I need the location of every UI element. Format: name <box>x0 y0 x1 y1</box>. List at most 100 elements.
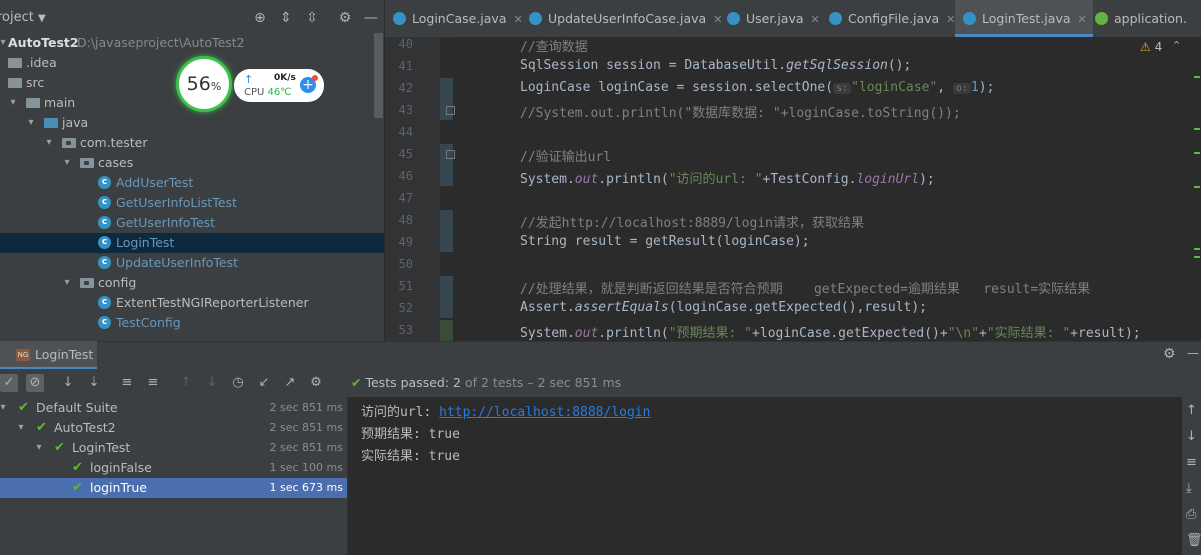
show-passed-icon[interactable]: ✓ <box>0 374 18 392</box>
down-arrow-icon[interactable]: ↓ <box>1186 429 1197 444</box>
check-icon: ✔ <box>72 460 83 475</box>
chevron-down-icon[interactable]: ▾ <box>0 398 8 418</box>
chevron-down-icon[interactable]: ▼ <box>38 13 46 24</box>
tab-configfile[interactable]: ConfigFile.java ✕ <box>829 0 955 37</box>
project-scrollbar[interactable] <box>374 33 383 118</box>
error-stripe-mark[interactable] <box>1194 248 1200 250</box>
fold-marker-icon[interactable] <box>446 106 455 115</box>
collapse-all-icon[interactable]: ≡ <box>144 374 162 392</box>
tab-updateuserinfocase[interactable]: UpdateUserInfoCase.java ✕ <box>529 0 722 37</box>
chevron-down-icon[interactable]: ▾ <box>62 273 72 293</box>
expand-all-icon[interactable]: ≡ <box>118 374 136 392</box>
sort-alpha-icon[interactable]: ↓ <box>59 374 77 392</box>
error-stripe-mark[interactable] <box>1194 186 1200 188</box>
export-tests-icon[interactable]: ↗ <box>281 374 299 392</box>
error-stripe-mark[interactable] <box>1194 76 1200 78</box>
chevron-down-icon[interactable]: ▾ <box>26 113 36 133</box>
chevron-up-icon[interactable]: ⌃ <box>1172 39 1181 52</box>
tree-item-com-tester[interactable]: ▾ com.tester <box>0 133 384 153</box>
tab-application[interactable]: application. <box>1095 0 1187 37</box>
chevron-down-icon[interactable]: ▾ <box>44 133 54 153</box>
code-token: +TestConfig. <box>762 172 857 187</box>
tree-item-testconfig[interactable]: c TestConfig <box>0 313 384 333</box>
expand-all-icon[interactable]: ⇕ <box>277 9 295 27</box>
tree-item-getuserinfotest[interactable]: c GetUserInfoTest <box>0 213 384 233</box>
editor-scrollbar[interactable] <box>1193 37 1201 341</box>
project-view-selector[interactable]: roject ▼ <box>0 10 46 25</box>
test-node-time: 1 sec 100 ms <box>269 461 343 474</box>
tree-item-extenttestngireporterlistener[interactable]: c ExtentTestNGIReporterListener <box>0 293 384 313</box>
test-node-default-suite[interactable]: ▾ ✔ Default Suite 2 sec 851 ms <box>0 398 347 418</box>
scroll-to-end-icon[interactable]: ⤓ <box>1186 481 1192 496</box>
tree-item-updateuserinfotest[interactable]: c UpdateUserInfoTest <box>0 253 384 273</box>
tree-item-addusertest[interactable]: c AddUserTest <box>0 173 384 193</box>
next-test-icon[interactable]: ↓ <box>203 374 221 392</box>
collapse-all-icon[interactable]: ⇳ <box>303 9 321 27</box>
tree-item-config[interactable]: ▾ config <box>0 273 384 293</box>
code-line-45: //验证输出url <box>520 150 612 165</box>
code-line-46: System.out.println("访问的url: "+TestConfig… <box>520 168 935 187</box>
chevron-down-icon[interactable]: ▾ <box>16 418 26 438</box>
previous-test-icon[interactable]: ↑ <box>177 374 195 392</box>
tree-item-cases[interactable]: ▾ cases <box>0 153 384 173</box>
change-marker[interactable] <box>440 276 453 318</box>
class-icon <box>829 12 842 25</box>
test-node-time: 1 sec 673 ms <box>269 481 343 494</box>
test-node-autotest2[interactable]: ▾ ✔ AutoTest2 2 sec 851 ms <box>0 418 347 438</box>
code-token: .println( <box>598 172 669 187</box>
tree-item-logintest[interactable]: c LoginTest <box>0 233 384 253</box>
gear-icon[interactable]: ⚙ <box>336 9 354 27</box>
folder-icon <box>26 98 40 108</box>
tab-logincase[interactable]: LoginCase.java ✕ <box>393 0 523 37</box>
tree-item-label: main <box>44 95 76 110</box>
notification-dot <box>312 75 318 81</box>
hide-panel-icon[interactable]: — <box>1187 346 1199 360</box>
up-arrow-icon[interactable]: ↑ <box>1186 403 1197 418</box>
test-node-logintrue[interactable]: ✔ loginTrue 1 sec 673 ms <box>0 478 347 498</box>
print-icon[interactable]: ⎙ <box>1186 507 1196 522</box>
import-tests-icon[interactable]: ↙ <box>255 374 273 392</box>
console-link[interactable]: http://localhost:8888/login <box>439 405 650 420</box>
show-ignored-icon[interactable]: ⊘ <box>26 374 44 392</box>
close-icon[interactable]: ✕ <box>1078 13 1087 26</box>
soft-wrap-icon[interactable]: ≡ <box>1186 455 1197 470</box>
upload-arrow-icon: ↑ <box>244 73 254 86</box>
code-token: out <box>574 172 599 187</box>
tree-item-getuserinfolisttest[interactable]: c GetUserInfoListTest <box>0 193 384 213</box>
test-node-loginfalse[interactable]: ✔ loginFalse 1 sec 100 ms <box>0 458 347 478</box>
locate-icon[interactable]: ⊕ <box>251 9 269 27</box>
tab-logintest[interactable]: LoginTest.java ✕ <box>955 0 1093 37</box>
tree-item-root[interactable]: ▾ AutoTest2 D:\javaseproject\AutoTest2 <box>0 33 384 53</box>
tab-user[interactable]: User.java ✕ <box>727 0 820 37</box>
close-icon[interactable]: ✕ <box>513 13 522 26</box>
close-icon[interactable]: ✕ <box>713 13 722 26</box>
gear-icon[interactable]: ⚙ <box>1163 346 1176 362</box>
chevron-down-icon[interactable]: ▾ <box>34 438 44 458</box>
code-line-43: //System.out.println("数据库数据: "+loginCase… <box>520 106 961 121</box>
test-node-logintest[interactable]: ▾ ✔ LoginTest 2 sec 851 ms <box>0 438 347 458</box>
change-marker[interactable] <box>440 210 453 252</box>
hide-panel-icon[interactable]: — <box>362 9 380 27</box>
code-line-40: //查询数据 <box>520 40 588 55</box>
tree-item-java[interactable]: ▾ java <box>0 113 384 133</box>
sort-duration-icon[interactable]: ⇣ <box>85 374 103 392</box>
chevron-down-icon[interactable]: ▾ <box>62 153 72 173</box>
error-stripe-mark[interactable] <box>1194 256 1200 258</box>
console-output[interactable] <box>348 397 1182 555</box>
inspection-widget[interactable]: ⚠ 4 <box>1140 40 1162 54</box>
chevron-down-icon[interactable]: ▾ <box>8 93 18 113</box>
error-stripe-mark[interactable] <box>1194 152 1200 154</box>
error-stripe-mark[interactable] <box>1194 128 1200 130</box>
tree-item-label: AutoTest2 <box>8 35 79 50</box>
system-monitor-widget[interactable]: 56% ↑ 0K/s CPU 46℃ + <box>176 56 325 116</box>
code-line-49: String result = getResult(loginCase); <box>520 234 810 249</box>
test-node-label: Default Suite <box>36 400 118 415</box>
chevron-down-icon[interactable]: ▾ <box>0 33 8 53</box>
test-node-time: 2 sec 851 ms <box>269 421 343 434</box>
clear-icon[interactable]: 🗑 <box>1186 533 1201 548</box>
close-icon[interactable]: ✕ <box>811 13 820 26</box>
fold-marker-icon[interactable] <box>446 150 455 159</box>
history-icon[interactable]: ◷ <box>229 374 247 392</box>
settings-icon[interactable]: ⚙ <box>307 374 325 392</box>
added-marker[interactable] <box>440 320 453 341</box>
